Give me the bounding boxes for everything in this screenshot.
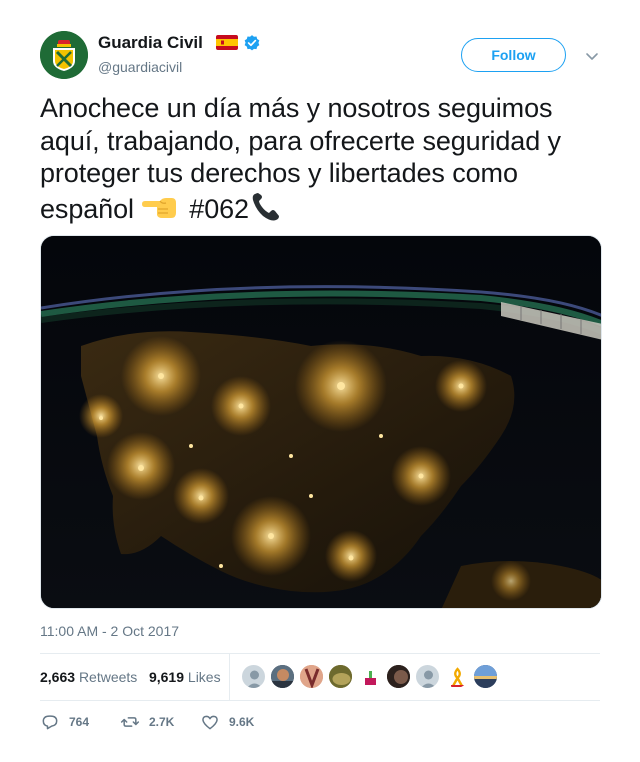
retweets-label: Retweets [78, 669, 138, 685]
retweet-button[interactable]: 2.7K [120, 712, 174, 732]
hashtag-link[interactable]: #062 [189, 194, 249, 224]
verified-badge-icon [244, 35, 260, 51]
liker-avatar[interactable] [473, 664, 498, 689]
divider [40, 653, 600, 654]
likes-label: Likes [187, 669, 221, 685]
liker-avatar[interactable] [386, 664, 411, 689]
default-profile-icon [420, 670, 437, 688]
like-count: 9.6K [229, 715, 255, 729]
liker-avatar[interactable] [241, 664, 266, 689]
tweet-photo[interactable] [40, 235, 602, 609]
likes-count: 9,619 [148, 669, 185, 685]
like-button[interactable]: 9.6K [200, 712, 254, 732]
author-handle[interactable]: @guardiacivil [98, 58, 182, 76]
liker-avatar[interactable] [299, 664, 324, 689]
user-photo-icon [387, 665, 410, 688]
ribbon-icon [445, 665, 468, 688]
liker-avatar[interactable] [415, 664, 440, 689]
stats-divider [229, 654, 230, 700]
tweet-stats: 2,663 Retweets 9,619 Likes [40, 668, 221, 686]
user-photo-icon [329, 665, 352, 688]
chevron-down-icon[interactable] [584, 48, 600, 64]
tweet-card: Guardia Civil @guardiacivil Follow Anoch… [0, 0, 640, 762]
user-photo-icon [474, 665, 497, 688]
user-photo-icon [271, 665, 294, 688]
telephone-receiver-icon [252, 192, 279, 220]
likes-stat[interactable]: 9,619 Likes [149, 669, 221, 685]
author-name[interactable]: Guardia Civil [98, 33, 203, 53]
divider [40, 700, 600, 701]
retweets-stat[interactable]: 2,663 Retweets [40, 669, 137, 685]
retweet-icon [120, 717, 140, 727]
tweet-timestamp[interactable]: 11:00 AM - 2 Oct 2017 [40, 623, 179, 639]
default-profile-icon [246, 670, 263, 688]
author-avatar[interactable] [40, 31, 88, 79]
spain-flag-icon [216, 35, 238, 50]
follow-button[interactable]: Follow [461, 38, 566, 72]
tweet-text-main: Anochece un día más y nosotros seguimos … [40, 93, 561, 224]
reply-count: 764 [69, 715, 90, 729]
heart-icon [202, 715, 218, 730]
liker-avatar[interactable] [270, 664, 295, 689]
retweets-count: 2,663 [40, 669, 76, 685]
night-satellite-photo-icon [41, 236, 601, 608]
guardia-civil-emblem-icon [40, 31, 88, 79]
retweet-count: 2.7K [149, 715, 175, 729]
liker-avatar[interactable] [357, 664, 382, 689]
tweet-text: Anochece un día más y nosotros seguimos … [40, 92, 600, 225]
user-photo-icon [358, 665, 381, 688]
liker-avatar[interactable] [328, 664, 353, 689]
reply-icon [42, 715, 58, 730]
backhand-index-pointing-left-icon [141, 197, 176, 218]
liker-avatar[interactable] [444, 664, 469, 689]
reply-button[interactable]: 764 [40, 712, 89, 732]
user-photo-icon [300, 665, 323, 688]
